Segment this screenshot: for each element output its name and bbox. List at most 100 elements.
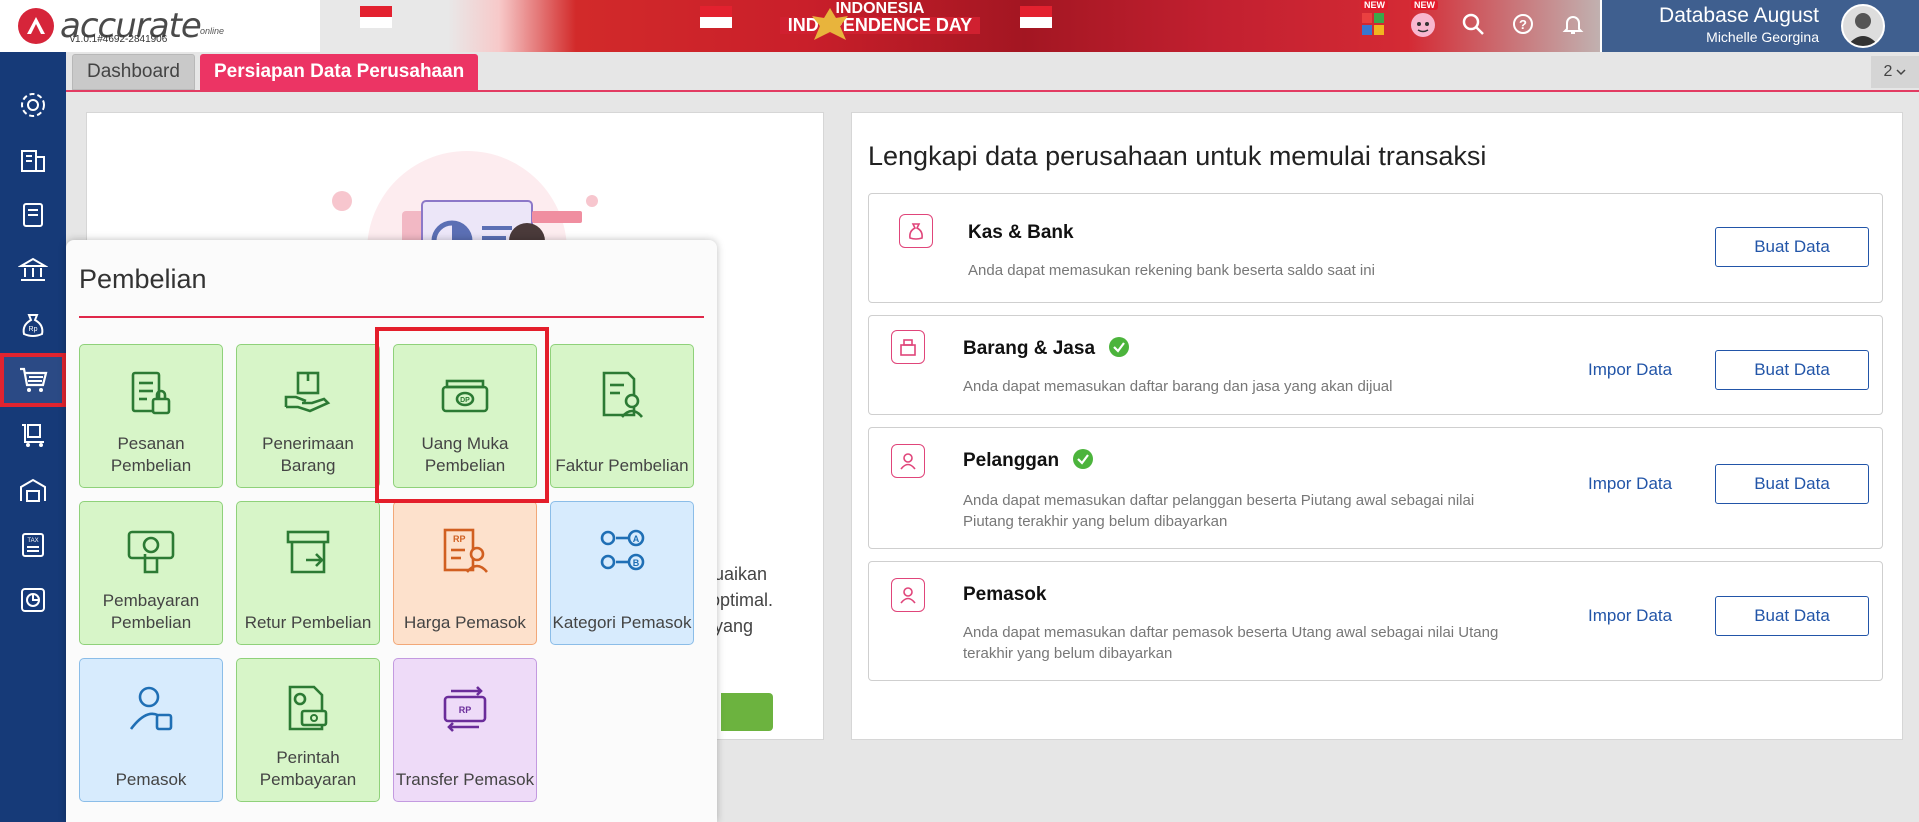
purchase-invoice-icon <box>594 367 650 423</box>
tab-persiapan-data[interactable]: Persiapan Data Perusahaan <box>200 54 479 90</box>
buat-data-button[interactable]: Buat Data <box>1715 596 1869 636</box>
card-kas-bank: Kas & Bank Anda dapat memasukan rekening… <box>868 193 1883 303</box>
money-bag-icon: Rp <box>22 314 44 337</box>
receive-goods-icon <box>280 367 336 423</box>
trolley-icon <box>22 424 44 447</box>
check-icon <box>1073 448 1094 469</box>
database-name: Database August <box>1659 4 1819 27</box>
tile-perintah-pembayaran[interactable]: Perintah Pembayaran <box>236 658 380 802</box>
top-bar: accurate online v1.0.1#4692-2841906 INDO… <box>0 0 1919 52</box>
customer-icon <box>891 444 925 478</box>
user-name: Michelle Georgina <box>1706 29 1819 45</box>
sidebar-item-purchase[interactable] <box>0 353 66 407</box>
svg-text:RP: RP <box>453 534 466 544</box>
garuda-icon <box>812 8 848 40</box>
impor-data-link[interactable]: Impor Data <box>1588 360 1672 380</box>
svg-text:B: B <box>633 558 640 568</box>
menu-divider <box>79 316 704 318</box>
welcome-start-button[interactable] <box>721 693 773 731</box>
purchase-payment-icon <box>123 524 179 580</box>
tile-label: Perintah Pembayaran <box>259 748 357 789</box>
apps-icon[interactable]: NEW <box>1355 0 1391 42</box>
brand-tagline: online <box>200 26 225 36</box>
tile-penerimaan-barang[interactable]: Penerimaan Barang <box>236 344 380 488</box>
tile-pembayaran-pembelian[interactable]: Pembayaran Pembelian <box>79 501 223 645</box>
cart-icon <box>20 367 48 392</box>
tile-label: Transfer Pemasok <box>395 770 535 789</box>
account-box[interactable]: Database August Michelle Georgina <box>1602 0 1919 52</box>
menu-title: Pembelian <box>79 264 207 294</box>
tile-retur-pembelian[interactable]: Retur Pembelian <box>236 501 380 645</box>
card-desc: Anda dapat memasukan daftar barang dan j… <box>963 378 1393 395</box>
sidebar-item-bank[interactable] <box>0 243 66 297</box>
supplier-price-icon: RP <box>437 524 493 580</box>
panel-title: Lengkapi data perusahaan untuk memulai t… <box>868 141 1487 171</box>
card-pelanggan: Pelanggan Anda dapat memasukan daftar pe… <box>868 427 1883 549</box>
card-desc: Anda dapat memasukan rekening bank beser… <box>968 262 1375 279</box>
tile-label: Retur Pembelian <box>244 613 372 632</box>
flag-icon <box>1020 6 1052 28</box>
tile-pesanan-pembelian[interactable]: Pesanan Pembelian <box>79 344 223 488</box>
help-icon[interactable]: ? <box>1505 6 1541 42</box>
sidebar-item-tax[interactable]: TAX <box>0 518 66 572</box>
tile-kategori-pemasok[interactable]: AB Kategori Pemasok <box>550 501 694 645</box>
tile-pemasok[interactable]: Pemasok <box>79 658 223 802</box>
check-icon <box>1109 336 1130 357</box>
sidebar-item-warehouse[interactable] <box>0 463 66 517</box>
accurate-logo-icon <box>18 8 54 44</box>
card-pemasok: Pemasok Anda dapat memasukan daftar pema… <box>868 561 1883 681</box>
sidebar-item-sales[interactable]: Rp <box>0 298 66 352</box>
highlight-box <box>375 327 549 503</box>
mascot-icon[interactable]: NEW <box>1405 0 1441 42</box>
top-icons: NEW NEW ? <box>1355 0 1591 42</box>
tab-dashboard[interactable]: Dashboard <box>72 54 195 90</box>
buat-data-button[interactable]: Buat Data <box>1715 464 1869 504</box>
tile-label: Pemasok <box>115 770 187 789</box>
sidebar-item-company[interactable] <box>0 133 66 187</box>
buat-data-button[interactable]: Buat Data <box>1715 227 1869 267</box>
sidebar-item-settings[interactable] <box>0 78 66 132</box>
card-desc: Anda dapat memasukan daftar pelanggan be… <box>963 492 1475 530</box>
book-icon <box>23 203 43 227</box>
supplier-icon <box>891 578 925 612</box>
tile-faktur-pembelian[interactable]: Faktur Pembelian <box>550 344 694 488</box>
sidebar-item-ledger[interactable] <box>0 188 66 242</box>
svg-text:RP: RP <box>459 705 472 715</box>
tab-count: 2 <box>1883 63 1893 80</box>
new-badge: NEW <box>1361 0 1388 10</box>
tile-harga-pemasok[interactable]: RP Harga Pemasok <box>393 501 537 645</box>
avatar[interactable] <box>1841 4 1885 48</box>
tax-icon: TAX <box>22 533 44 557</box>
new-badge: NEW <box>1411 0 1438 10</box>
bell-icon[interactable] <box>1555 6 1591 42</box>
tile-label: Penerimaan Barang <box>262 434 354 475</box>
warehouse-icon <box>20 478 46 502</box>
buat-data-button[interactable]: Buat Data <box>1715 350 1869 390</box>
tab-count-dropdown[interactable]: 2 <box>1871 56 1919 88</box>
tile-label: Pesanan Pembelian <box>110 434 192 475</box>
svg-text:?: ? <box>1519 17 1527 32</box>
card-title: Pelanggan <box>963 450 1060 471</box>
impor-data-link[interactable]: Impor Data <box>1588 606 1672 626</box>
card-desc: Anda dapat memasukan daftar pemasok bese… <box>963 624 1499 662</box>
brand-version: v1.0.1#4692-2841906 <box>70 34 168 45</box>
tile-label: Kategori Pemasok <box>552 613 692 632</box>
flag-icon <box>700 6 732 28</box>
tile-label: Faktur Pembelian <box>555 456 689 475</box>
card-title-wrap: Barang & Jasa <box>963 336 1130 360</box>
impor-data-link[interactable]: Impor Data <box>1588 474 1672 494</box>
search-icon[interactable] <box>1455 6 1491 42</box>
card-barang-jasa: Barang & Jasa Anda dapat memasukan dafta… <box>868 315 1883 415</box>
card-title: Pemasok <box>963 584 1047 605</box>
gear-icon <box>21 93 45 117</box>
sidebar-item-inventory[interactable] <box>0 408 66 462</box>
bank-icon <box>18 257 48 281</box>
svg-text:TAX: TAX <box>27 538 38 544</box>
tile-transfer-pemasok[interactable]: RP Transfer Pemasok <box>393 658 537 802</box>
sidebar: Rp TAX <box>0 52 66 822</box>
sidebar-item-report[interactable] <box>0 573 66 627</box>
pembelian-menu: Pembelian Pesanan Pembelian Penerimaan B… <box>66 240 717 822</box>
tile-label: Harga Pemasok <box>404 613 526 632</box>
tab-bar: Dashboard Persiapan Data Perusahaan 2 <box>66 52 1919 92</box>
report-icon <box>21 588 45 612</box>
